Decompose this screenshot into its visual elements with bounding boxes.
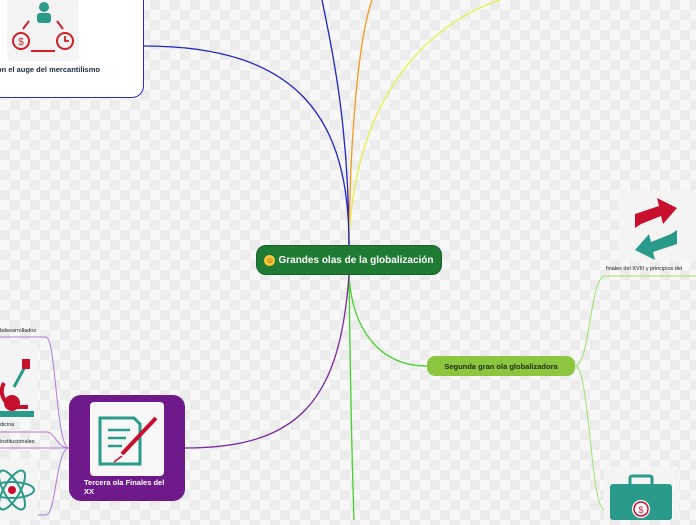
- svg-text:$: $: [18, 37, 24, 48]
- branch-line-yellow: [348, 0, 501, 246]
- branch-line-orange: [348, 0, 373, 246]
- second-wave-subtopic-label[interactable]: finales del XVIII y principios del: [606, 266, 682, 272]
- branch-line-blue-first-wave: [143, 45, 350, 246]
- branch-line-purple-third-wave: [184, 274, 350, 449]
- lab-flask-icon: [0, 343, 38, 421]
- atom-icon: [0, 458, 38, 520]
- first-wave-topic[interactable]: $ on el auge del mercantilismo ): [0, 0, 144, 98]
- subline-second-wave-lower: [574, 365, 606, 511]
- smiley-icon: ☺: [264, 254, 276, 266]
- arrows-icon: [619, 190, 696, 262]
- central-topic-label: Grandes olas de la globalización: [278, 254, 434, 266]
- third-wave-subtopic-1[interactable]: bdesarrollados: [0, 328, 36, 334]
- first-wave-label: on el auge del mercantilismo: [0, 65, 100, 74]
- subline-second-wave-upper: [574, 275, 696, 367]
- third-wave-label: Tercera ola Finales del XX: [84, 478, 165, 496]
- branch-line-green-second-wave: [348, 274, 428, 367]
- svg-text:$: $: [638, 505, 643, 515]
- document-pen-icon: [90, 402, 164, 476]
- second-wave-topic[interactable]: Segunda gran ola globalizadora: [427, 356, 575, 376]
- briefcase-icon: $: [604, 466, 679, 520]
- central-topic[interactable]: ☺ Grandes olas de la globalización: [256, 245, 442, 275]
- branch-line-blue-top: [321, 0, 350, 246]
- money-cycle-icon: $: [7, 0, 79, 61]
- third-wave-subtopic-3[interactable]: institucionales: [0, 439, 35, 445]
- third-wave-subtopic-2[interactable]: dicina: [0, 422, 14, 428]
- second-wave-label: Segunda gran ola globalizadora: [444, 361, 558, 371]
- third-wave-topic[interactable]: Tercera ola Finales del XX: [69, 395, 185, 501]
- branch-line-green-bottom: [348, 274, 355, 520]
